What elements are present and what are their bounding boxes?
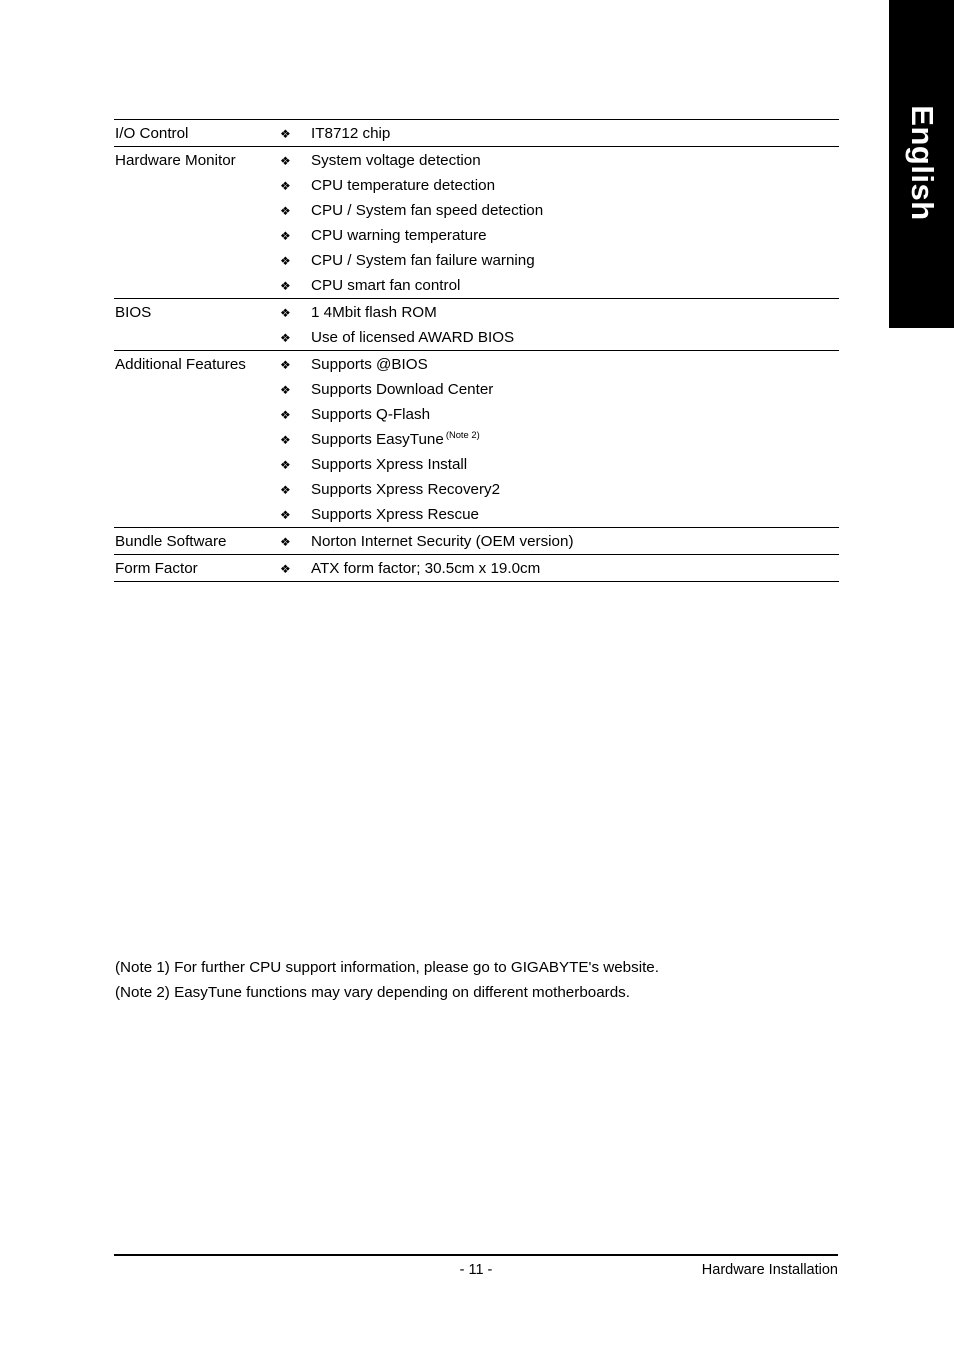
footer-row: - 11 - Hardware Installation: [114, 1259, 838, 1285]
diamond-bullet-icon: ❖: [280, 535, 291, 549]
specification-table: I/O Control ❖ IT8712 chip Hardware Monitor ❖…: [114, 119, 839, 582]
diamond-bullet-icon: ❖: [280, 358, 291, 372]
diamond-bullet-icon: ❖: [280, 483, 291, 497]
diamond-bullet-icon: ❖: [280, 127, 291, 141]
diamond-bullet-icon: ❖: [280, 229, 291, 243]
spec-item-text: ATX form factor; 30.5cm x 19.0cm: [311, 560, 541, 577]
spec-item-text: CPU / System fan speed detection: [311, 202, 544, 219]
diamond-bullet-icon: ❖: [280, 331, 291, 345]
spec-item-text: Supports EasyTune (Note 2): [311, 428, 480, 448]
list-item: ❖ CPU / System fan failure warning: [280, 248, 839, 273]
list-item: ❖ IT8712 chip: [280, 121, 839, 146]
table-row: BIOS ❖ 1 4Mbit flash ROM ❖ Use of licensed A…: [114, 298, 839, 351]
spec-item-text: Use of licensed AWARD BIOS: [311, 329, 515, 346]
spec-item-text: CPU smart fan control: [311, 277, 461, 294]
table-row: Additional Features ❖ Supports @BIOS ❖ Suppo…: [114, 350, 839, 528]
spec-item-text: CPU warning temperature: [311, 227, 487, 244]
spec-category: Form Factor: [114, 554, 280, 582]
spec-item-list: ❖ ATX form factor; 30.5cm x 19.0cm: [280, 554, 839, 582]
specification-table-body: I/O Control ❖ IT8712 chip Hardware Monitor ❖…: [114, 119, 839, 582]
spec-item-text: CPU / System fan failure warning: [311, 252, 535, 269]
spec-item-text: 1 4Mbit flash ROM: [311, 304, 437, 321]
spec-item-list: ❖ Supports @BIOS ❖ Supports Download Center…: [280, 351, 839, 528]
spec-item-text: Supports @BIOS: [311, 356, 428, 373]
spec-item-list: ❖ IT8712 chip: [280, 120, 839, 147]
list-item: ❖ Supports @BIOS: [280, 352, 839, 377]
language-tab-label: English: [904, 105, 940, 221]
spec-item-text: Supports Xpress Rescue: [311, 506, 479, 523]
diamond-bullet-icon: ❖: [280, 383, 291, 397]
spec-category: BIOS: [115, 304, 152, 321]
list-item: ❖ Supports Xpress Install: [280, 452, 839, 477]
spec-category: I/O Control: [115, 125, 189, 142]
list-item: ❖ Supports Xpress Rescue: [280, 502, 839, 527]
spec-category: Additional Features: [115, 356, 246, 373]
diamond-bullet-icon: ❖: [280, 279, 291, 293]
diamond-bullet-icon: ❖: [280, 306, 291, 320]
diamond-bullet-icon: ❖: [280, 154, 291, 168]
footnote-marker: (Note 2): [445, 428, 480, 440]
spec-item-text: Supports Xpress Recovery2: [311, 481, 501, 498]
spec-item-text: Norton Internet Security (OEM version): [311, 533, 574, 550]
list-item: ❖ Supports EasyTune (Note 2): [280, 427, 839, 452]
diamond-bullet-icon: ❖: [280, 433, 291, 447]
footer-section-title: Hardware Installation: [701, 1262, 838, 1278]
footnotes: (Note 1) For further CPU support informa…: [115, 955, 855, 1005]
list-item: ❖ ATX form factor; 30.5cm x 19.0cm: [280, 556, 839, 581]
diamond-bullet-icon: ❖: [280, 254, 291, 268]
list-item: ❖ Supports Download Center: [280, 377, 839, 402]
diamond-bullet-icon: ❖: [280, 179, 291, 193]
list-item: ❖ CPU smart fan control: [280, 273, 839, 298]
diamond-bullet-icon: ❖: [280, 458, 291, 472]
spec-item-text: IT8712 chip: [311, 125, 391, 142]
footnote-2: (Note 2) EasyTune functions may vary dep…: [115, 984, 630, 1001]
table-row: Hardware Monitor ❖ System voltage detectio…: [114, 146, 839, 299]
spec-item-text: CPU temperature detection: [311, 177, 496, 194]
list-item: ❖ Norton Internet Security (OEM version): [280, 529, 839, 554]
spec-category: Hardware Monitor: [115, 152, 236, 169]
list-item: ❖ 1 4Mbit flash ROM: [280, 300, 839, 325]
table-row: Bundle Software ❖ Norton Internet Security…: [114, 527, 839, 555]
diamond-bullet-icon: ❖: [280, 562, 291, 576]
spec-item-list: ❖ 1 4Mbit flash ROM ❖ Use of licensed AWARD…: [280, 299, 839, 351]
diamond-bullet-icon: ❖: [280, 408, 291, 422]
list-item: ❖ CPU warning temperature: [280, 223, 839, 248]
spec-item-text: Supports Download Center: [311, 381, 494, 398]
table-row: Form Factor ❖ ATX form factor; 30.5cm x 19…: [114, 554, 839, 582]
diamond-bullet-icon: ❖: [280, 204, 291, 218]
spec-item-list: ❖ System voltage detection ❖ CPU temperatur…: [280, 147, 839, 299]
list-item: ❖ Supports Xpress Recovery2: [280, 477, 839, 502]
list-item: ❖ CPU temperature detection: [280, 173, 839, 198]
table-row: I/O Control ❖ IT8712 chip: [114, 119, 839, 147]
spec-category: Bundle Software: [115, 533, 227, 550]
spec-item-text: Supports Q-Flash: [311, 406, 431, 423]
list-item: ❖ System voltage detection: [280, 148, 839, 173]
list-item: ❖ CPU / System fan speed detection: [280, 198, 839, 223]
spec-item-text: System voltage detection: [311, 152, 481, 169]
footer-divider: [114, 1254, 838, 1256]
diamond-bullet-icon: ❖: [280, 508, 291, 522]
spec-item-list: ❖ Norton Internet Security (OEM version): [280, 528, 839, 555]
document-page: English I/O Control ❖ IT8712 chip Hardware …: [0, 0, 954, 1354]
page-footer: - 11 - Hardware Installation: [114, 1254, 838, 1285]
list-item: ❖ Supports Q-Flash: [280, 402, 839, 427]
spec-item-text: Supports Xpress Install: [311, 456, 468, 473]
language-tab: English: [889, 0, 954, 328]
list-item: ❖ Use of licensed AWARD BIOS: [280, 325, 839, 350]
footnote-1: (Note 1) For further CPU support informa…: [115, 959, 659, 976]
